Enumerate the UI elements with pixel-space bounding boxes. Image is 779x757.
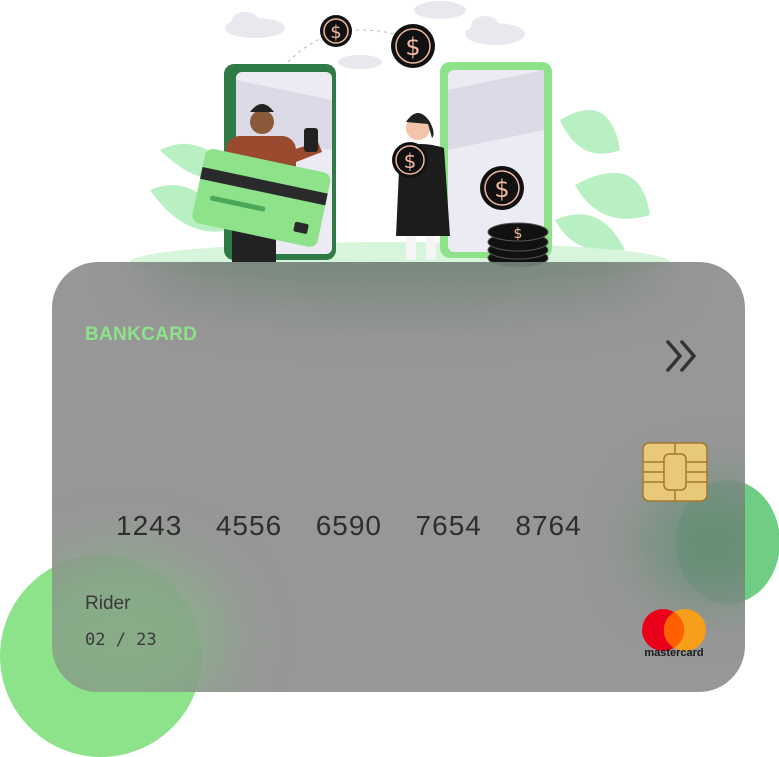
card-brand: BANKCARD bbox=[85, 324, 198, 345]
card-chip-icon bbox=[642, 442, 708, 502]
svg-text:$: $ bbox=[330, 22, 341, 43]
money-transfer-illustration: $ $ $ $ $ bbox=[130, 1, 670, 282]
card-expiry-date: 02 / 23 bbox=[85, 630, 157, 650]
dollar-coin-icon: $ bbox=[320, 15, 352, 47]
card-tint-left bbox=[52, 552, 232, 692]
card-number: 1243 4556 6590 7654 8764 bbox=[116, 510, 582, 541]
card-network-label: mastercard bbox=[644, 647, 704, 659]
svg-text:$: $ bbox=[404, 149, 417, 173]
bank-card: BANKCARD 1243 4556 6590 7654 8764 Rider … bbox=[52, 262, 745, 692]
card-holder-name: Rider bbox=[85, 593, 131, 614]
svg-text:$: $ bbox=[514, 226, 523, 242]
svg-text:$: $ bbox=[405, 33, 420, 61]
svg-text:$: $ bbox=[494, 175, 509, 203]
card-shadow bbox=[142, 262, 662, 302]
double-chevron-right-icon[interactable] bbox=[664, 338, 702, 374]
